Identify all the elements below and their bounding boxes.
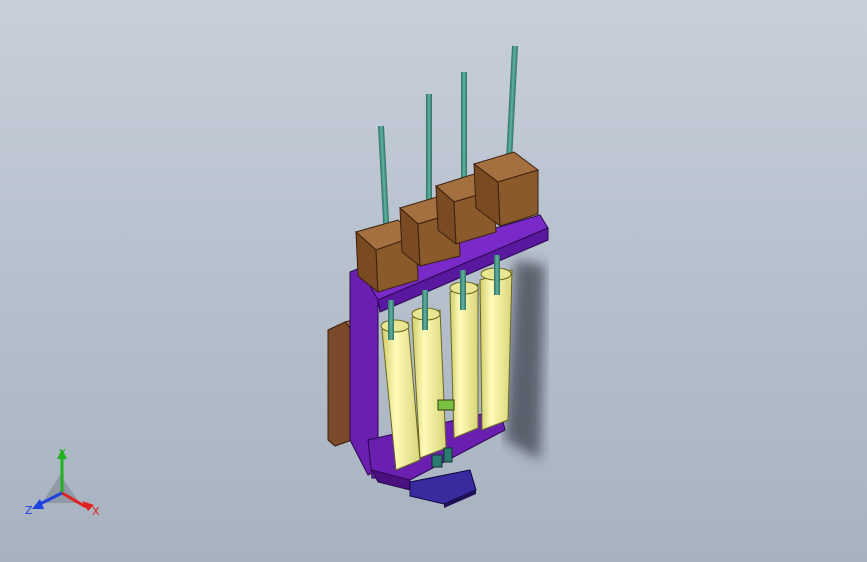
cad-viewport[interactable] (0, 0, 867, 562)
y-axis-label: Y (58, 447, 66, 460)
base-plate (409, 469, 477, 508)
coordinate-triad: Y X Z (25, 447, 100, 518)
x-axis-label: X (92, 505, 100, 518)
z-axis-label: Z (25, 504, 33, 517)
